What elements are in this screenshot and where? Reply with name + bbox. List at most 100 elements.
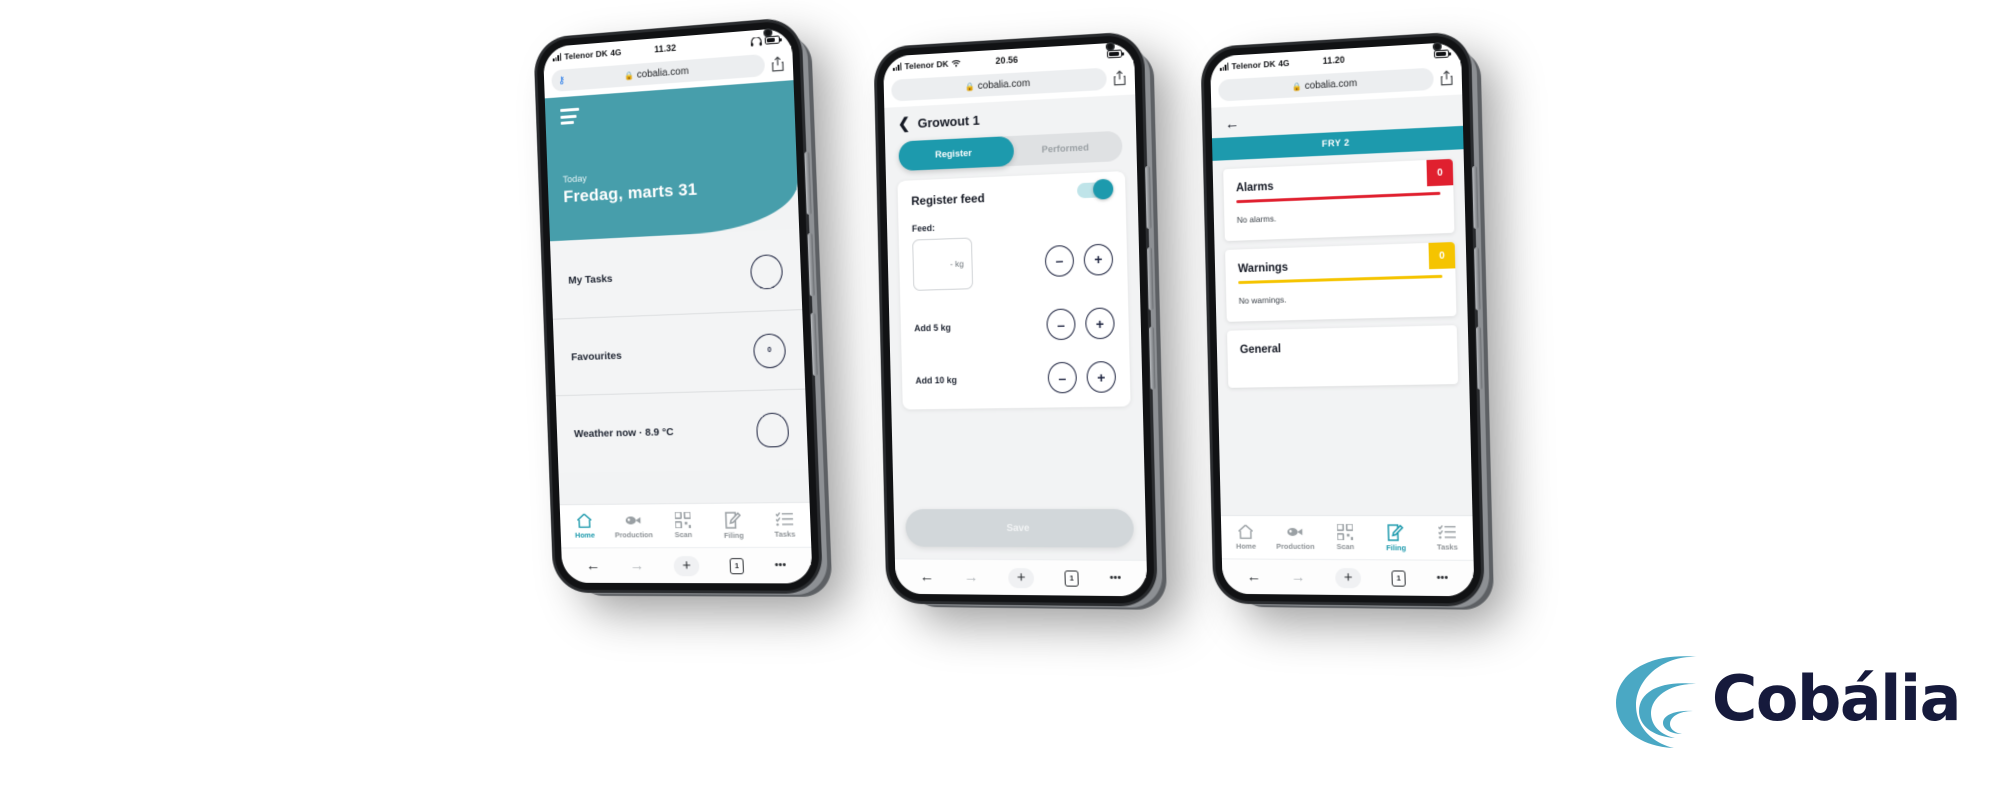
page-title: Growout 1 bbox=[917, 112, 980, 131]
fish-icon bbox=[1287, 527, 1303, 536]
tab-count-button[interactable]: 1 bbox=[1064, 569, 1079, 587]
url-text: cobalia.com bbox=[1304, 77, 1358, 92]
more-button[interactable]: ••• bbox=[1109, 572, 1121, 584]
new-tab-button[interactable]: + bbox=[673, 555, 700, 576]
share-icon[interactable] bbox=[1112, 69, 1127, 86]
segment-performed[interactable]: Performed bbox=[1009, 140, 1123, 156]
hero-date-block: Today Fredag, marts 31 bbox=[563, 161, 783, 228]
new-tab-button[interactable]: + bbox=[1008, 567, 1035, 588]
tab-count-button[interactable]: 1 bbox=[729, 557, 745, 574]
volume-up-button[interactable] bbox=[807, 233, 815, 297]
phone-mockup-register: Telenor DK 20.56 🔒 cobalia.com ❮ Growout… bbox=[876, 34, 1156, 604]
card-title: Warnings bbox=[1237, 261, 1289, 276]
phone-mockup-filing: Telenor DK 4G 11.20 🔒 cobalia.com ← FRY … bbox=[1203, 34, 1483, 604]
power-button[interactable] bbox=[1472, 165, 1479, 230]
volume-down-button[interactable] bbox=[1476, 326, 1483, 390]
weather-icon bbox=[755, 412, 790, 448]
quick-add-steppers: – + bbox=[1046, 307, 1115, 341]
phone-screen: Telenor DK 4G 11.32 ⚷ 🔒 cobalia.com Toda… bbox=[542, 27, 813, 584]
back-arrow-icon[interactable]: ← bbox=[1246, 568, 1261, 585]
safari-toolbar: ← → + 1 ••• bbox=[1221, 558, 1475, 597]
tab-tasks[interactable]: Tasks bbox=[758, 511, 811, 539]
card-accent-line bbox=[1238, 274, 1443, 285]
general-card[interactable]: General bbox=[1227, 325, 1459, 388]
quick-add-label: Add 10 kg bbox=[915, 374, 958, 386]
tab-label: Filing bbox=[723, 530, 744, 540]
more-button[interactable]: ••• bbox=[1436, 572, 1448, 584]
app-viewport: Today Fredag, marts 31 My Tasks Favourit… bbox=[544, 80, 810, 505]
lock-icon: 🔒 bbox=[1292, 81, 1303, 92]
note-pencil-icon bbox=[1388, 524, 1404, 541]
volume-up-button[interactable] bbox=[1474, 247, 1481, 311]
tab-home[interactable]: Home bbox=[1221, 524, 1271, 551]
checklist-icon bbox=[1438, 524, 1456, 540]
tab-filing[interactable]: Filing bbox=[708, 511, 760, 540]
home-row-list: My Tasks Favourites 0 Weather now · 8.9 … bbox=[550, 228, 809, 473]
list-item[interactable]: Favourites 0 bbox=[552, 310, 806, 397]
app-tab-bar: Home Production Scan Filing Tasks bbox=[1220, 515, 1474, 560]
register-feed-card: Register feed Feed: - kg – + Add 5 kg – … bbox=[897, 171, 1131, 410]
power-button[interactable] bbox=[804, 151, 812, 215]
warnings-card[interactable]: 0 Warnings No warnings. bbox=[1225, 241, 1457, 322]
volume-down-button[interactable] bbox=[1149, 326, 1156, 390]
forward-arrow-icon[interactable]: → bbox=[964, 569, 979, 586]
lock-icon: 🔒 bbox=[965, 81, 976, 92]
row-label: Weather now · 8.9 °C bbox=[573, 426, 674, 441]
phone-screen: Telenor DK 20.56 🔒 cobalia.com ❮ Growout… bbox=[883, 41, 1148, 597]
add5-plus-button[interactable]: + bbox=[1085, 307, 1115, 340]
share-icon[interactable] bbox=[1439, 69, 1454, 86]
back-arrow-icon[interactable]: ← bbox=[919, 568, 934, 585]
home-icon bbox=[576, 513, 593, 529]
cobalia-logo: Cobália bbox=[1600, 639, 1962, 757]
checklist-icon bbox=[776, 511, 794, 527]
add5-minus-button[interactable]: – bbox=[1046, 308, 1076, 341]
alarms-card[interactable]: 0 Alarms No alarms. bbox=[1223, 158, 1455, 242]
row-counter: 0 bbox=[752, 332, 787, 369]
power-button[interactable] bbox=[1145, 165, 1152, 230]
share-icon[interactable] bbox=[770, 55, 785, 72]
tab-filing[interactable]: Filing bbox=[1370, 524, 1422, 552]
tab-label: Filing bbox=[1385, 542, 1407, 552]
safari-toolbar: ← → + 1 ••• bbox=[894, 558, 1148, 597]
feed-minus-button[interactable]: – bbox=[1044, 244, 1075, 277]
hamburger-icon[interactable] bbox=[560, 107, 580, 128]
card-title: General bbox=[1239, 343, 1282, 357]
card-title: Register feed bbox=[911, 191, 985, 209]
status-badge: 0 bbox=[1426, 158, 1454, 187]
card-title: Alarms bbox=[1235, 180, 1274, 195]
forward-arrow-icon[interactable]: → bbox=[629, 557, 644, 574]
key-icon[interactable]: ⚷ bbox=[558, 75, 565, 86]
back-arrow-icon[interactable]: ← bbox=[586, 557, 601, 574]
tab-scan[interactable]: Scan bbox=[658, 512, 709, 539]
quick-add-row: Add 5 kg – + bbox=[914, 307, 1115, 343]
feed-plus-button[interactable]: + bbox=[1083, 243, 1114, 276]
back-arrow-icon[interactable]: ← bbox=[1225, 115, 1240, 132]
tab-label: Tasks bbox=[774, 529, 796, 539]
forward-arrow-icon[interactable]: → bbox=[1291, 569, 1306, 586]
tab-tasks[interactable]: Tasks bbox=[1421, 524, 1473, 552]
feed-input[interactable]: - kg bbox=[912, 237, 974, 291]
quick-add-steppers: – + bbox=[1047, 361, 1117, 394]
tab-home[interactable]: Home bbox=[560, 513, 609, 540]
tab-count-button[interactable]: 1 bbox=[1391, 569, 1406, 587]
add10-plus-button[interactable]: + bbox=[1086, 361, 1117, 393]
home-icon bbox=[1237, 524, 1254, 540]
phone-mockup-home: Telenor DK 4G 11.32 ⚷ 🔒 cobalia.com Toda… bbox=[536, 19, 821, 591]
list-item[interactable]: My Tasks bbox=[550, 230, 803, 320]
volume-down-button[interactable] bbox=[810, 312, 818, 377]
tab-scan[interactable]: Scan bbox=[1320, 524, 1371, 551]
more-button[interactable]: ••• bbox=[774, 559, 786, 571]
new-tab-button[interactable]: + bbox=[1335, 567, 1362, 588]
screenshot-canvas: Telenor DK 4G 11.32 ⚷ 🔒 cobalia.com Toda… bbox=[0, 0, 2000, 797]
add10-minus-button[interactable]: – bbox=[1047, 361, 1078, 394]
volume-up-button[interactable] bbox=[1147, 247, 1154, 311]
url-text: cobalia.com bbox=[977, 77, 1031, 92]
tab-label: Tasks bbox=[1436, 542, 1458, 552]
status-badge: 0 bbox=[1428, 241, 1456, 270]
register-feed-toggle[interactable] bbox=[1076, 178, 1114, 200]
feed-label: Feed: bbox=[911, 222, 936, 234]
back-chevron-icon[interactable]: ❮ bbox=[898, 115, 910, 132]
save-button[interactable]: Save bbox=[905, 508, 1135, 548]
list-item[interactable]: Weather now · 8.9 °C bbox=[556, 390, 809, 473]
segmented-control[interactable]: Register Performed bbox=[898, 130, 1123, 172]
